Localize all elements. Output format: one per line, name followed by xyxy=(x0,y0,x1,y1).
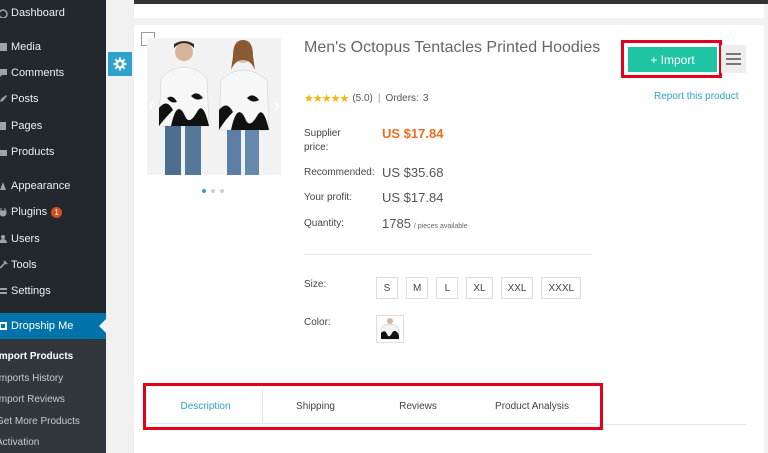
product-title: Men's Octopus Tentacles Printed Hoodies xyxy=(304,39,601,56)
sidebar-item-label: Media xyxy=(11,41,41,53)
users-icon xyxy=(0,234,8,244)
posts-icon xyxy=(0,94,8,104)
product-image[interactable] xyxy=(147,38,281,175)
sidebar-item-label: Products xyxy=(11,146,55,158)
quantity-suffix: / pieces available xyxy=(413,223,468,230)
report-product-link[interactable]: Report this product xyxy=(654,91,739,102)
quantity-number: 1785 xyxy=(382,216,411,231)
separator: | xyxy=(377,93,381,104)
color-label: Color: xyxy=(304,317,331,328)
sidebar-item-products[interactable]: Products xyxy=(0,141,106,163)
settings-icon xyxy=(0,286,8,296)
size-option-l[interactable]: L xyxy=(436,277,459,299)
supplier-price-label: Supplier price: xyxy=(304,128,341,153)
sidebar-item-posts[interactable]: Posts xyxy=(0,88,106,110)
tab-description[interactable]: Description xyxy=(149,389,263,424)
dropship-submenu: Import Products Imports History Import R… xyxy=(0,339,106,453)
sidebar-item-label: Plugins xyxy=(11,206,48,218)
submenu-item-imports-history[interactable]: Imports History xyxy=(0,369,63,387)
quantity-label: Quantity: xyxy=(304,218,345,229)
sidebar-item-label: Posts xyxy=(11,93,39,105)
tab-shipping[interactable]: Shipping xyxy=(263,389,368,424)
settings-gear-button[interactable] xyxy=(108,52,132,76)
sidebar-item-label: Comments xyxy=(11,67,65,79)
size-option-xxl[interactable]: XXL xyxy=(500,277,534,299)
media-icon xyxy=(0,42,8,52)
dropship-icon xyxy=(0,321,8,331)
star-rating-icon: ★★★★★ xyxy=(304,93,349,105)
previous-product-card xyxy=(134,4,764,18)
appearance-icon xyxy=(0,181,8,191)
size-options: S M L XL XXL XXXL xyxy=(376,277,582,299)
products-icon xyxy=(0,147,8,157)
recommended-price-label: Recommended: xyxy=(304,167,375,178)
tab-product-analysis[interactable]: Product Analysis xyxy=(468,389,596,424)
sidebar-item-label: Dashboard xyxy=(11,7,65,19)
pages-icon xyxy=(0,121,8,131)
carousel-dot[interactable] xyxy=(211,189,215,193)
divider xyxy=(304,254,592,255)
main-content: Men's Octopus Tentacles Printed Hoodies … xyxy=(106,0,768,453)
rating-row: ★★★★★ (5.0) | Orders: 3 xyxy=(304,92,428,105)
comments-icon xyxy=(0,68,8,78)
sidebar-item-label: Dropship Me xyxy=(11,320,74,332)
plugins-update-badge: 1 xyxy=(51,206,63,218)
sidebar-item-label: Users xyxy=(11,233,40,245)
size-label: Size: xyxy=(304,279,327,290)
import-button[interactable]: + Import xyxy=(628,47,717,72)
size-option-s[interactable]: S xyxy=(376,277,398,299)
tools-icon xyxy=(0,260,8,270)
sidebar-item-dashboard[interactable]: Dashboard xyxy=(0,2,106,24)
sidebar-item-label: Appearance xyxy=(11,180,71,192)
profit-value: US $17.84 xyxy=(382,190,444,205)
product-card: Men's Octopus Tentacles Printed Hoodies … xyxy=(134,25,764,453)
tabs-underline xyxy=(604,424,746,425)
sidebar-item-pages[interactable]: Pages xyxy=(0,115,106,137)
more-options-button[interactable] xyxy=(721,45,746,73)
sidebar-item-tools[interactable]: Tools xyxy=(0,254,106,276)
submenu-item-import-products[interactable]: Import Products xyxy=(0,347,73,365)
tab-reviews[interactable]: Reviews xyxy=(368,389,468,424)
sidebar-item-appearance[interactable]: Appearance xyxy=(0,175,106,197)
gear-icon xyxy=(113,57,127,71)
plugins-icon xyxy=(0,207,8,217)
carousel-dot[interactable] xyxy=(220,189,224,193)
sidebar-item-comments[interactable]: Comments xyxy=(0,62,106,84)
sidebar-item-dropship-me[interactable]: Dropship Me xyxy=(0,313,106,339)
sidebar-item-label: Pages xyxy=(11,120,43,132)
orders-count: 3 xyxy=(422,93,429,104)
submenu-item-get-more-products[interactable]: Get More Products xyxy=(0,412,80,430)
submenu-item-activation[interactable]: Activation xyxy=(0,433,39,451)
sidebar-item-settings[interactable]: Settings xyxy=(0,280,106,302)
submenu-item-import-reviews[interactable]: Import Reviews xyxy=(0,390,65,408)
sidebar-item-label: Settings xyxy=(11,285,51,297)
dashboard-icon xyxy=(0,8,8,18)
sidebar-item-plugins[interactable]: Plugins 1 xyxy=(0,201,106,223)
hamburger-icon xyxy=(726,53,741,55)
size-option-m[interactable]: M xyxy=(406,277,429,299)
image-carousel-dots xyxy=(202,189,224,193)
product-tabs: Description Shipping Reviews Product Ana… xyxy=(149,389,596,424)
profit-label: Your profit: xyxy=(304,192,352,203)
admin-sidebar: Dashboard Media Comments Posts Pages Pro… xyxy=(0,0,106,453)
recommended-price-value: US $35.68 xyxy=(382,165,444,180)
carousel-dot-active[interactable] xyxy=(202,189,206,193)
sidebar-item-users[interactable]: Users xyxy=(0,228,106,250)
quantity-value: 1785/ pieces available xyxy=(382,216,468,231)
orders-label: Orders: xyxy=(385,93,419,104)
size-option-xxxl[interactable]: XXXL xyxy=(541,277,582,299)
color-swatch[interactable] xyxy=(376,315,404,343)
size-option-xl[interactable]: XL xyxy=(466,277,493,299)
sidebar-item-label: Tools xyxy=(11,259,37,271)
rating-value: (5.0) xyxy=(352,93,373,104)
hoodie-thumbnail-icon xyxy=(380,318,400,340)
supplier-price-value: US $17.84 xyxy=(382,126,444,141)
sidebar-item-media[interactable]: Media xyxy=(0,36,106,58)
